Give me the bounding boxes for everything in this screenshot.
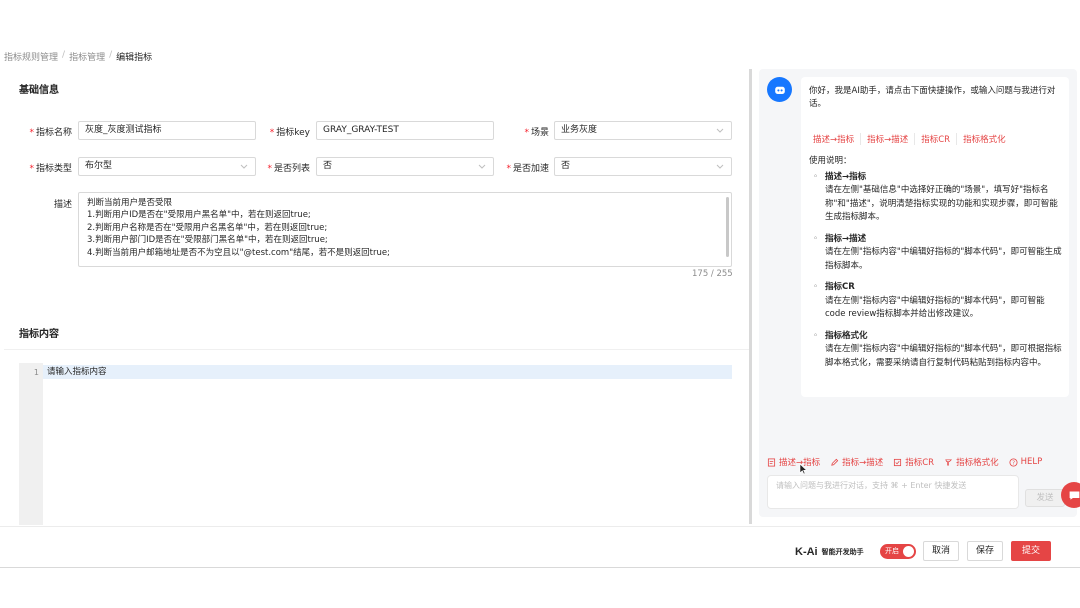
chat-float-icon[interactable] (1061, 482, 1080, 508)
content-card: 指标内容 1 请输入指标内容 (4, 313, 749, 525)
chevron-down-icon (239, 161, 249, 171)
chevron-down-icon (715, 161, 725, 171)
toolbar-label: 指标→描述 (842, 458, 884, 468)
name-label: * 指标名称 (29, 128, 72, 138)
scene-value: 业务灰度 (561, 125, 598, 135)
desc-line: 3.判断用户部门ID是否在"受限部门黑名单"中，若在则返回true; (87, 235, 328, 246)
toolbar-help[interactable]: ? HELP (1009, 457, 1043, 467)
robot-icon (767, 77, 792, 102)
logo-name: 智能开发助手 (821, 548, 864, 556)
key-input[interactable]: GRAY_GRAY-TEST (316, 121, 494, 140)
encrypt-select[interactable]: 否 (554, 157, 732, 176)
usage-item-title: 指标CR (825, 282, 855, 292)
encrypt-value: 否 (561, 161, 571, 171)
chevron-down-icon (477, 161, 487, 171)
desc-char-counter: 175 / 255 (692, 269, 733, 279)
editor-placeholder[interactable]: 请输入指标内容 (43, 365, 732, 379)
quick-link-metric-cr[interactable]: 指标CR (915, 133, 958, 145)
line-number: 1 (33, 368, 39, 377)
usage-item-desc: 请在左侧"指标内容"中编辑好指标的"脚本代码"，即可智能code review指… (825, 295, 1045, 320)
ai-toolbar: 描述→指标 指标→描述 指标CR 指标格式化 ? HELP (767, 456, 1042, 468)
logo-mark: K-Ai (795, 546, 818, 558)
toolbar-metric-to-desc[interactable]: 指标→描述 (830, 456, 883, 468)
breadcrumb-separator: / (109, 50, 113, 60)
desc-line: 4.判断当前用户邮箱地址是否不为空且以"@test.com"结尾，若不是则返回t… (87, 247, 390, 258)
breadcrumb-separator: / (62, 50, 66, 60)
cancel-button[interactable]: 取消 (923, 541, 959, 561)
is-list-value: 否 (323, 161, 333, 171)
divider (4, 349, 749, 350)
save-button[interactable]: 保存 (967, 541, 1003, 561)
edit-icon (831, 458, 839, 466)
mouse-cursor-icon (799, 463, 808, 475)
usage-item: ◦ 指标CR 请在左侧"指标内容"中编辑好指标的"脚本代码"，即可智能code re… (809, 281, 1064, 322)
toolbar-metric-cr[interactable]: 指标CR (893, 456, 934, 468)
content-title: 指标内容 (19, 329, 59, 340)
scene-select[interactable]: 业务灰度 (554, 121, 732, 140)
textarea-scrollbar[interactable] (726, 197, 729, 257)
review-icon (894, 458, 902, 466)
usage-item-title: 指标格式化 (825, 330, 868, 341)
usage-instructions: 使用说明： ◦ 描述→指标 请在左侧"基础信息"中选择好正确的"场景"，填写好"指标… (809, 155, 1064, 378)
toolbar-label: HELP (1020, 457, 1043, 467)
desc-label: 描述 (53, 200, 72, 210)
usage-item-desc: 请在左侧"基础信息"中选择好正确的"场景"，填写好"指标名称"和"描述"，说明清… (825, 185, 1058, 222)
type-select[interactable]: 布尔型 (78, 157, 256, 176)
basic-info-title: 基础信息 (19, 85, 59, 96)
basic-info-card: 基础信息 * 指标名称 灰度_灰度测试指标 * 指标key GRAY_GRAY-TE… (4, 69, 749, 297)
breadcrumb-current: 编辑指标 (116, 53, 153, 63)
desc-line: 2.判断用户名称是否在"受限用户名黑名单"中，若在则返回true; (87, 222, 328, 233)
toggle-knob (903, 546, 914, 557)
splitter[interactable] (749, 69, 752, 524)
assistant-message: 你好，我是AI助手，请点击下面快捷操作，或输入问题与我进行对话。 描述→指标 指… (801, 77, 1069, 397)
doc-icon (767, 457, 776, 467)
chevron-down-icon (715, 125, 725, 135)
name-input[interactable]: 灰度_灰度测试指标 (78, 121, 256, 140)
quick-link-metric-to-desc[interactable]: 指标→描述 (861, 133, 916, 145)
desc-line: 判断当前用户是否受限 (87, 198, 173, 208)
usage-item: ◦ 指标格式化 请在左侧"指标内容"中编辑好指标的"脚本代码"，即可根据指标脚本格式… (809, 330, 1064, 371)
type-value: 布尔型 (85, 161, 113, 171)
type-label: * 指标类型 (29, 164, 72, 174)
quick-links: 描述→指标 指标→描述 指标CR 指标格式化 (813, 133, 1012, 145)
editor-gutter: 1 (19, 363, 43, 525)
svg-text:?: ? (1012, 460, 1015, 466)
usage-item-desc: 请在左侧"指标内容"中编辑好指标的"脚本代码"，即可根据指标脚本格式化，需要采纳… (825, 344, 1062, 368)
breadcrumb-item[interactable]: 指标规则管理 (4, 50, 58, 63)
usage-item-desc: 请在左侧"指标内容"中编辑好指标的"脚本代码"，即可智能生成指标脚本。 (825, 247, 1062, 271)
usage-item-title: 指标→描述 (825, 233, 867, 244)
usage-item: ◦ 指标→描述 请在左侧"指标内容"中编辑好指标的"脚本代码"，即可智能生成指标脚本… (809, 233, 1064, 274)
desc-line: 1.判断用户ID是否在"受限用户黑名单"中，若在则返回true; (87, 210, 311, 221)
breadcrumb-item[interactable]: 指标管理 (69, 50, 105, 63)
code-editor[interactable]: 1 请输入指标内容 (19, 363, 732, 525)
is-list-select[interactable]: 否 (316, 157, 494, 176)
quick-link-format[interactable]: 指标格式化 (957, 133, 1012, 145)
key-label: * 指标key (269, 128, 310, 138)
scene-label: * 场景 (524, 128, 549, 138)
usage-title: 使用说明： (809, 156, 852, 166)
toolbar-desc-to-metric[interactable]: 描述→指标 (767, 456, 820, 468)
ai-assistant-toggle[interactable]: 开启 (880, 544, 916, 559)
encrypt-label: * 是否加速 (506, 164, 549, 174)
toolbar-label: 指标CR (905, 458, 935, 468)
breadcrumb: 指标规则管理 / 指标管理 / 编辑指标 (4, 50, 152, 63)
ai-assistant-panel: 你好，我是AI助手，请点击下面快捷操作，或输入问题与我进行对话。 描述→指标 指… (759, 69, 1077, 517)
greeting-text: 你好，我是AI助手，请点击下面快捷操作，或输入问题与我进行对话。 (809, 86, 1056, 109)
is-list-label: * 是否列表 (267, 164, 310, 174)
usage-item: ◦ 描述→指标 请在左侧"基础信息"中选择好正确的"场景"，填写好"指标名称"和"描… (809, 171, 1064, 225)
send-button[interactable]: 发送 (1025, 489, 1065, 507)
chat-input[interactable]: 请输入问题与我进行对话，支持 ⌘ + Enter 快捷发送 (767, 475, 1019, 509)
submit-button[interactable]: 提交 (1011, 541, 1051, 561)
help-icon: ? (1009, 457, 1018, 466)
format-icon (945, 458, 953, 466)
kai-logo: K-Ai 智能开发助手 (795, 546, 864, 558)
quick-link-desc-to-metric[interactable]: 描述→指标 (813, 133, 862, 145)
toolbar-format[interactable]: 指标格式化 (944, 456, 999, 468)
desc-textarea[interactable]: 判断当前用户是否受限 1.判断用户ID是否在"受限用户黑名单"中，若在则返回tr… (78, 192, 732, 267)
usage-item-title: 描述→指标 (825, 171, 867, 182)
footer-bar: K-Ai 智能开发助手 开启 取消 保存 提交 (0, 526, 1080, 568)
toolbar-label: 指标格式化 (956, 458, 999, 468)
toggle-label: 开启 (885, 547, 899, 555)
